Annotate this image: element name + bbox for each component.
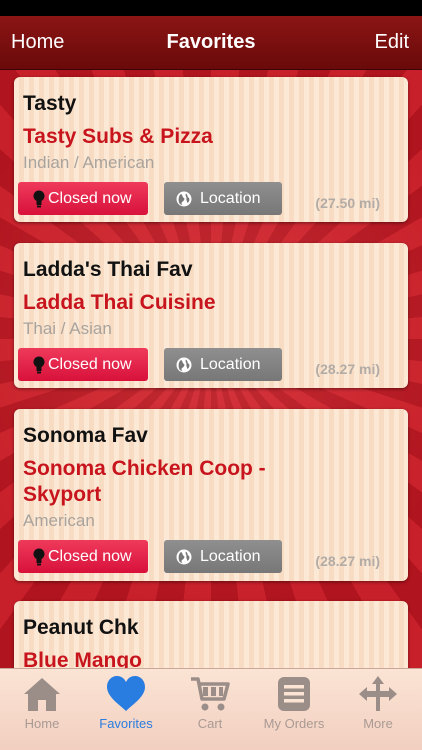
lightbulb-icon <box>33 548 45 565</box>
closed-now-label: Closed now <box>48 547 132 565</box>
tab-cart-label: Cart <box>197 716 223 731</box>
restaurant-name[interactable]: Blue Mango <box>23 648 313 668</box>
favorite-card[interactable]: Tasty Tasty Subs & Pizza Indian / Americ… <box>14 77 408 222</box>
cart-icon <box>191 677 230 711</box>
location-label: Location <box>200 189 261 207</box>
tab-favorites[interactable]: Favorites <box>84 669 168 750</box>
navigation-bar: Favorites Home Edit <box>0 16 422 70</box>
favorite-card[interactable]: Sonoma Fav Sonoma Chicken Coop - Skyport… <box>14 409 408 581</box>
favorite-nickname: Ladda's Thai Fav <box>23 258 193 281</box>
home-nav-button[interactable]: Home <box>11 16 64 70</box>
cuisine-label: American <box>23 511 95 530</box>
more-icon <box>359 676 397 711</box>
closed-now-label: Closed now <box>48 355 132 373</box>
tab-home[interactable]: Home <box>0 669 84 750</box>
cuisine-label: Thai / Asian <box>23 319 112 338</box>
status-bar <box>0 0 422 16</box>
closed-now-button[interactable]: Closed now <box>18 348 148 381</box>
location-label: Location <box>200 355 261 373</box>
tab-my-orders-label: My Orders <box>263 716 325 731</box>
favorite-nickname: Tasty <box>23 92 77 115</box>
location-button[interactable]: Location <box>164 540 282 573</box>
lightbulb-icon <box>33 190 45 207</box>
closed-now-button[interactable]: Closed now <box>18 540 148 573</box>
distance-label: (27.50 mi) <box>315 195 380 211</box>
location-label: Location <box>200 547 261 565</box>
tab-home-label: Home <box>24 716 60 731</box>
location-button[interactable]: Location <box>164 348 282 381</box>
edit-button[interactable]: Edit <box>375 16 409 70</box>
heart-icon <box>107 676 145 711</box>
favorite-nickname: Sonoma Fav <box>23 424 148 447</box>
home-icon <box>24 678 60 711</box>
tab-my-orders[interactable]: My Orders <box>252 669 336 750</box>
globe-icon <box>176 191 192 206</box>
tab-cart[interactable]: Cart <box>168 669 252 750</box>
tab-bar: Home Favorites Cart My Orders More <box>0 668 422 750</box>
distance-label: (28.27 mi) <box>315 553 380 569</box>
cuisine-label: Indian / American <box>23 153 155 172</box>
restaurant-name[interactable]: Sonoma Chicken Coop - Skyport <box>23 456 313 508</box>
restaurant-name[interactable]: Tasty Subs & Pizza <box>23 124 313 150</box>
favorite-nickname: Peanut Chk <box>23 616 139 639</box>
tab-more-label: More <box>363 716 393 731</box>
favorite-card[interactable]: Peanut Chk Blue Mango <box>14 601 408 668</box>
restaurant-name[interactable]: Ladda Thai Cuisine <box>23 290 313 316</box>
globe-icon <box>176 357 192 372</box>
location-button[interactable]: Location <box>164 182 282 215</box>
lightbulb-icon <box>33 356 45 373</box>
favorites-list[interactable]: Tasty Tasty Subs & Pizza Indian / Americ… <box>0 70 422 668</box>
closed-now-button[interactable]: Closed now <box>18 182 148 215</box>
closed-now-label: Closed now <box>48 189 132 207</box>
globe-icon <box>176 549 192 564</box>
tab-favorites-label: Favorites <box>99 716 153 731</box>
distance-label: (28.27 mi) <box>315 361 380 377</box>
orders-icon <box>278 677 310 711</box>
tab-more[interactable]: More <box>336 669 420 750</box>
favorite-card[interactable]: Ladda's Thai Fav Ladda Thai Cuisine Thai… <box>14 243 408 388</box>
